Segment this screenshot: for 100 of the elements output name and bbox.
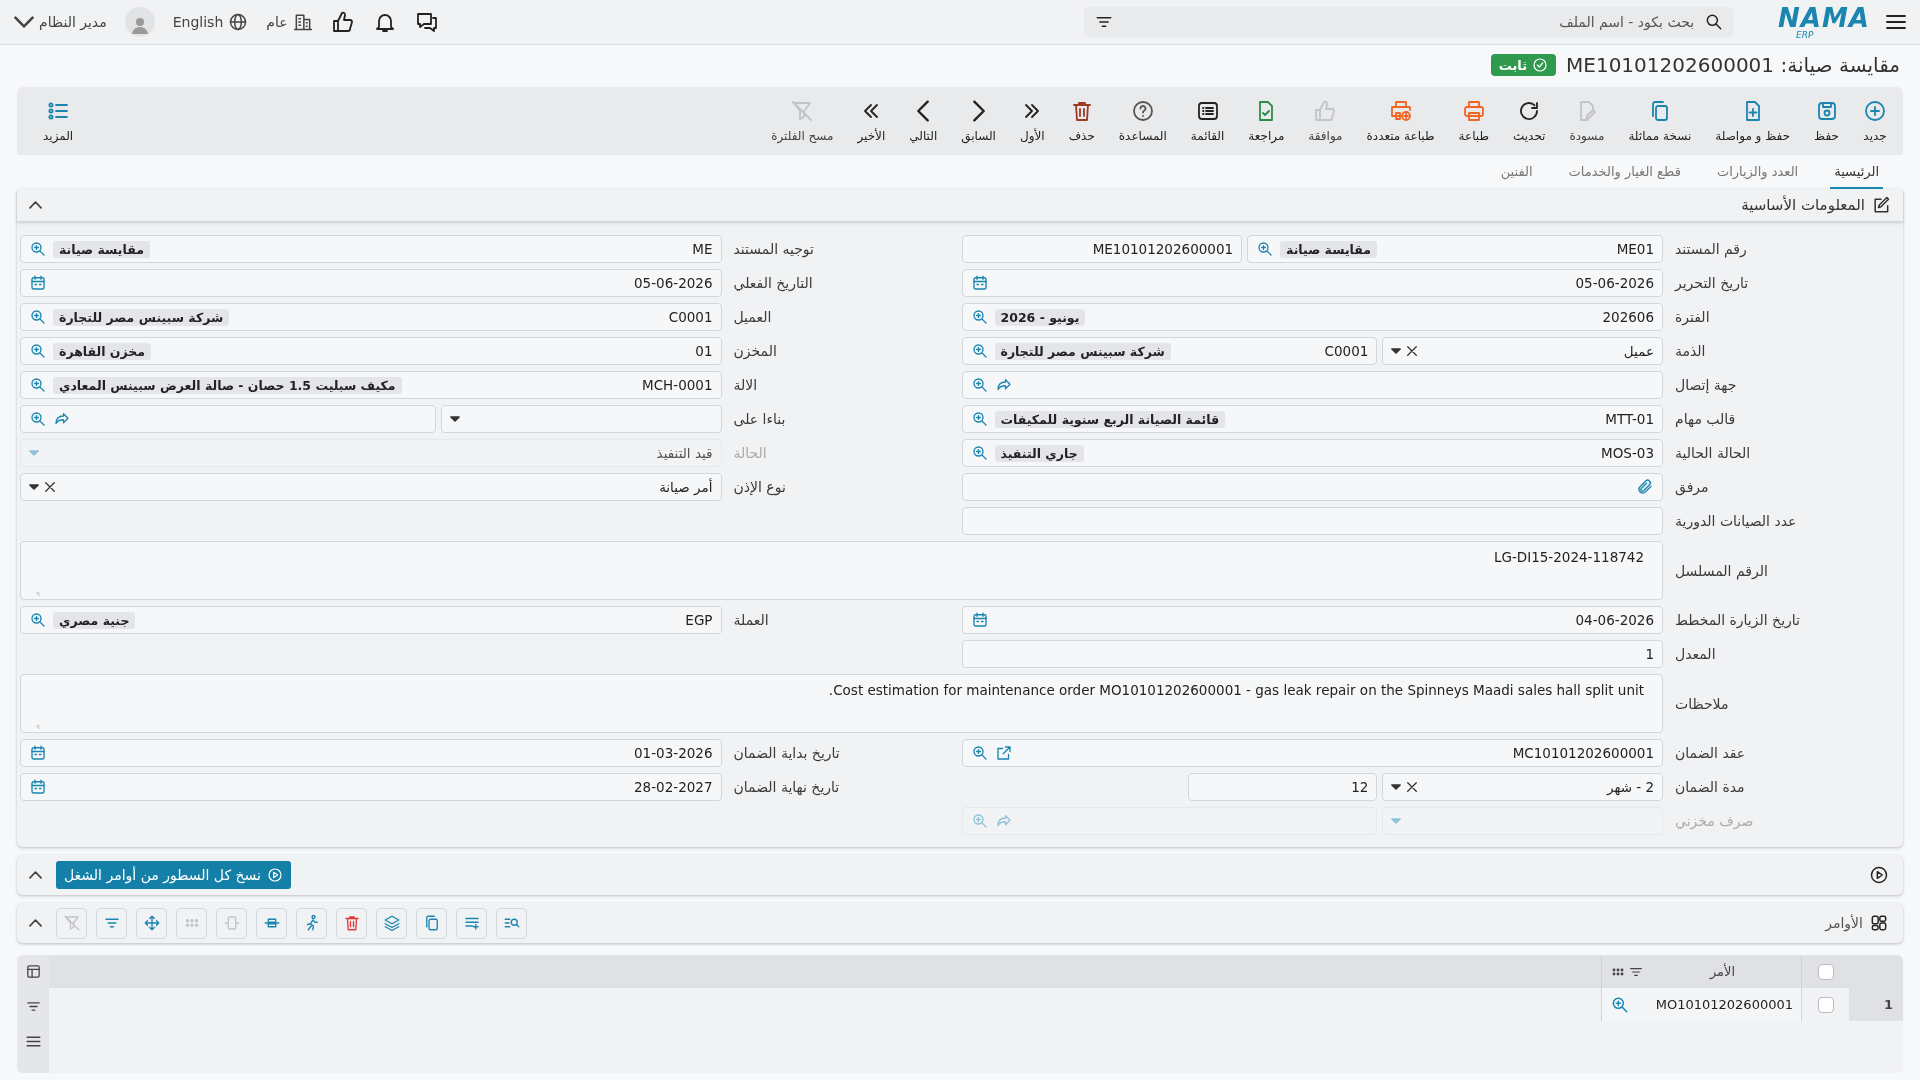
checkbox[interactable] — [1817, 963, 1834, 980]
field-label: الالة — [732, 377, 759, 393]
search-field[interactable]: بحث بكود - اسم الملف — [1122, 13, 1697, 31]
field-label: صرف مخزني — [1674, 813, 1755, 829]
language-button[interactable]: English — [172, 12, 249, 32]
toolbar-button[interactable]: حفظ — [1802, 99, 1851, 143]
search-plus-icon — [970, 812, 989, 830]
printer-icon — [1461, 99, 1486, 123]
chat-icon — [414, 10, 439, 34]
chat-button[interactable] — [414, 10, 439, 34]
toolbar-button[interactable]: السابق — [949, 99, 1008, 143]
lookup-field[interactable] — [20, 405, 436, 433]
play-circle-icon — [1869, 865, 1889, 885]
check-circle-icon — [1532, 57, 1549, 73]
delete-button[interactable] — [336, 907, 367, 939]
toolbar-button[interactable]: القائمة — [1178, 99, 1237, 143]
field-label: الذمة — [1674, 343, 1707, 359]
toolbar-button[interactable]: الأخير — [845, 99, 898, 143]
branch-button[interactable]: عام — [266, 12, 313, 32]
toolbar-button[interactable]: حفظ و مواصلة — [1703, 99, 1803, 143]
date-field[interactable]: 05-06-2026 — [20, 269, 722, 297]
caret-icon — [1391, 784, 1402, 790]
number-field[interactable]: 12 — [1188, 773, 1378, 801]
dots-button[interactable] — [176, 907, 207, 939]
search-plus-icon — [29, 376, 47, 394]
toolbar-button[interactable]: تحديث — [1500, 99, 1558, 143]
toolbar-button[interactable]: مراجعة — [1236, 99, 1297, 143]
collapse-button[interactable] — [29, 871, 42, 879]
layers-button[interactable] — [376, 907, 407, 939]
run-button[interactable] — [296, 907, 327, 939]
text-field[interactable]: ME10101202600001 — [961, 235, 1243, 263]
name-tag: جنية مصري — [53, 611, 136, 629]
date-field[interactable]: 05-06-2026 — [961, 269, 1663, 297]
search-bar[interactable]: بحث بكود - اسم الملف — [1084, 7, 1735, 37]
rows-button[interactable] — [256, 907, 287, 939]
toolbar-button[interactable]: الأول — [1007, 99, 1057, 143]
dropdown[interactable]: 2 - شهر — [1382, 773, 1663, 801]
toolbar-button[interactable]: جديد — [1851, 99, 1899, 143]
search-plus-icon — [970, 342, 989, 360]
lookup-field[interactable] — [961, 807, 1378, 835]
user-menu[interactable]: مدير النظام — [14, 12, 107, 32]
copy-lines-button[interactable]: نسخ كل السطور من أوامر الشغل — [56, 861, 291, 889]
search-plus-icon — [970, 376, 989, 394]
attachment-field[interactable] — [961, 473, 1663, 501]
column-header[interactable]: الأمر — [1652, 964, 1793, 979]
field-label: الحالة الحالية — [1674, 445, 1752, 461]
dropdown[interactable]: عميل — [1382, 337, 1663, 365]
lookup-field[interactable] — [961, 371, 1663, 399]
name-tag: شركة سبينس مصر للتجارة — [53, 308, 230, 326]
field-label: الحالة — [732, 445, 768, 461]
checkbox[interactable] — [1817, 996, 1834, 1013]
field-label: نوع الإذن — [732, 479, 787, 495]
field-label: الفترة — [1674, 309, 1711, 325]
search-list-button[interactable] — [496, 907, 527, 939]
add-line-button[interactable] — [456, 907, 487, 939]
field-label: تاريخ بداية الضمان — [732, 745, 841, 761]
copy-button[interactable] — [416, 907, 447, 939]
thumbs-up-icon — [330, 10, 355, 34]
date-field[interactable]: 28-02-2027 — [20, 773, 722, 801]
toolbar-button[interactable]: التالي — [897, 99, 950, 143]
text-field[interactable] — [961, 507, 1663, 535]
dropdown[interactable]: أمر صيانة — [20, 473, 722, 501]
field-label: رقم المستند — [1674, 241, 1748, 257]
text-area[interactable]: Cost estimation for maintenance order MO10101202600001 - gas leak repair on the Spinneys Maadi sales hall split unit. — [20, 674, 1663, 733]
caret-icon — [1391, 348, 1402, 354]
toolbar-button[interactable]: نسخة مماثلة — [1616, 99, 1704, 143]
tab[interactable]: العدد والزيارات — [1712, 155, 1803, 189]
name-tag: يونيو - 2026 — [994, 308, 1086, 326]
building-icon — [292, 12, 313, 32]
thumbs-up-button[interactable] — [330, 10, 355, 34]
date-field[interactable]: 01-03-2026 — [20, 739, 722, 767]
text-area[interactable]: LG-DI15-2024-118742 — [20, 541, 1663, 600]
search-plus-icon — [29, 308, 47, 326]
calendar-icon — [29, 744, 47, 762]
more-button[interactable]: المزيد — [31, 99, 86, 143]
toolbar-button[interactable]: المساعدة — [1106, 99, 1179, 143]
move-button[interactable] — [136, 907, 167, 939]
toolbar-button[interactable]: طباعة متعددة — [1354, 99, 1447, 143]
filter-off-icon — [62, 914, 81, 932]
search-plus-icon — [970, 308, 989, 326]
tab[interactable]: قطع الغيار والخدمات — [1564, 155, 1685, 189]
date-field[interactable]: 04-06-2026 — [961, 606, 1663, 634]
collapse-button[interactable] — [29, 201, 42, 209]
grid-icon — [1869, 913, 1889, 933]
field-label: المخزن — [732, 343, 778, 359]
field-label: العميل — [732, 309, 773, 325]
help-icon — [1130, 99, 1155, 123]
tab[interactable]: الفنين — [1496, 155, 1537, 189]
calendar-icon — [29, 778, 47, 796]
section-title: المعلومات الأساسية — [1741, 196, 1865, 214]
text-field[interactable]: 1 — [961, 640, 1663, 668]
caret-icon — [29, 450, 39, 456]
filter-button[interactable] — [96, 907, 127, 939]
lookup-field[interactable]: MC10101202600001 — [961, 739, 1663, 767]
toolbar-button[interactable]: طباعة — [1446, 99, 1501, 143]
filter-off-icon — [790, 99, 815, 123]
collapse-button[interactable] — [29, 919, 42, 927]
fit-columns-icon — [222, 914, 241, 932]
toolbar-button[interactable]: حذف — [1056, 99, 1107, 143]
field-label: تاريخ نهاية الضمان — [732, 779, 841, 795]
